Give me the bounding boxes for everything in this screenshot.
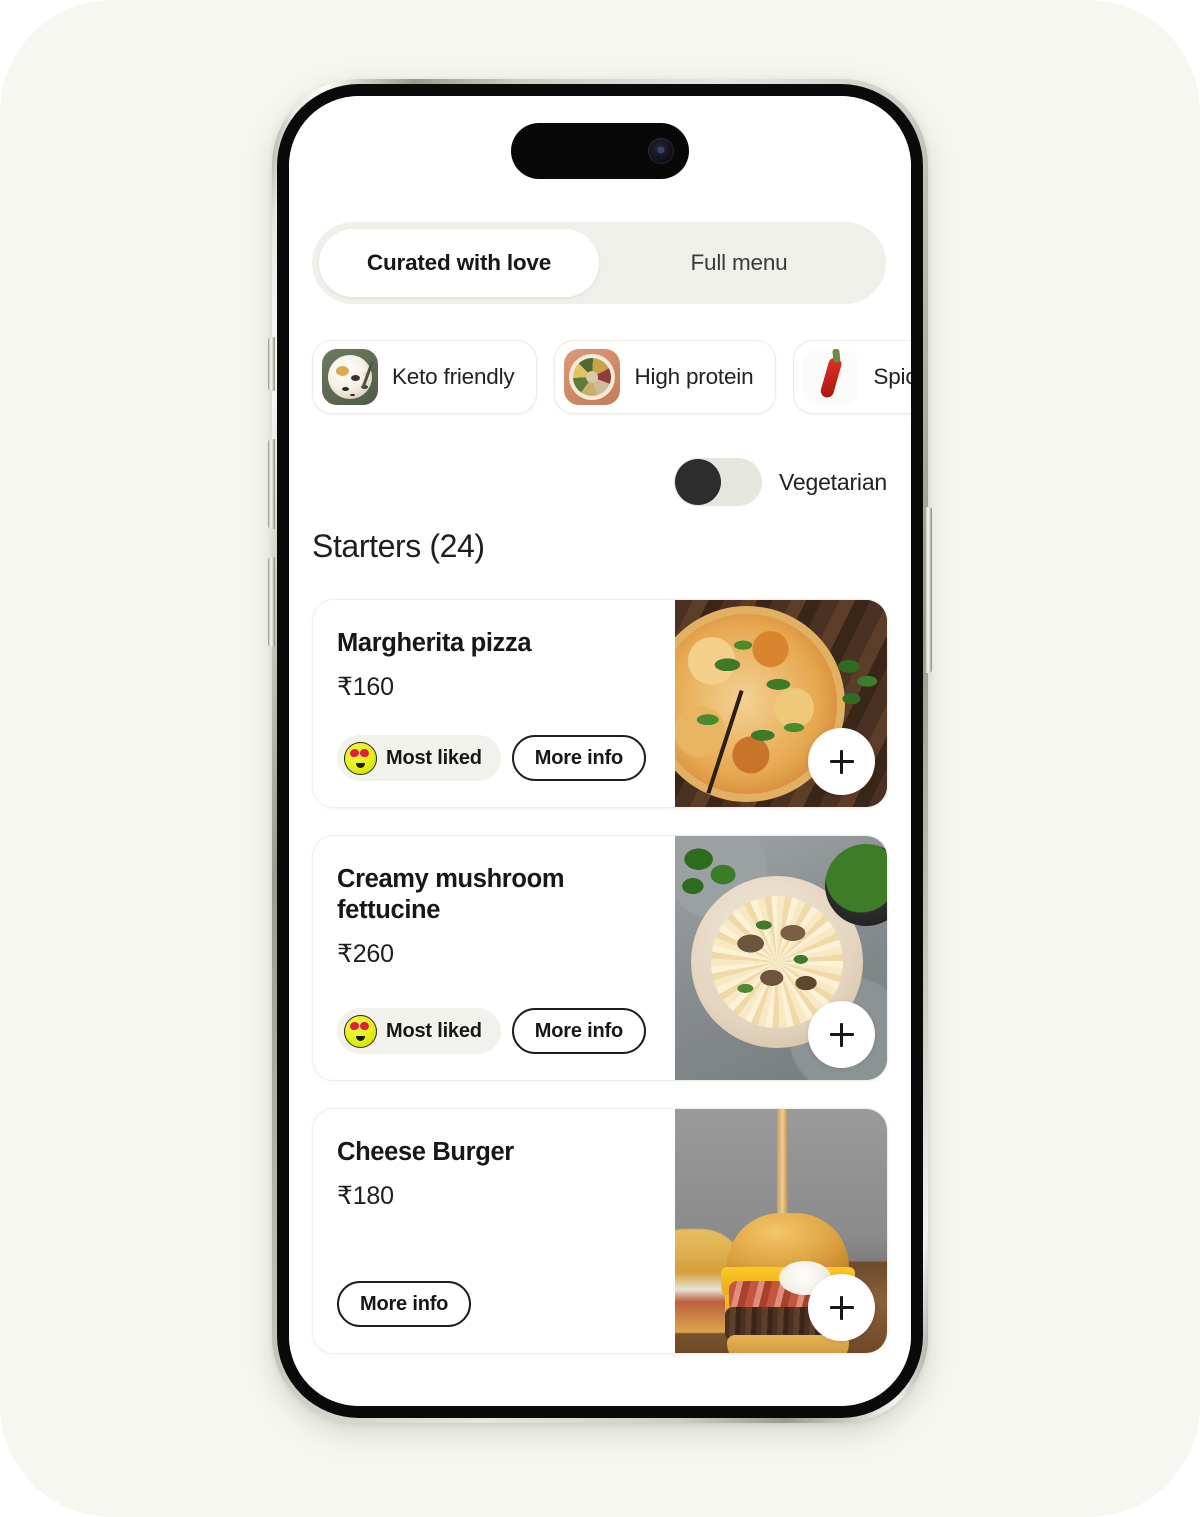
- chip-spicy-label: Spicy: [873, 364, 911, 389]
- plus-icon: [829, 749, 854, 774]
- menu-item-card[interactable]: Margherita pizza ₹160 Most liked More in…: [312, 599, 888, 808]
- chip-spicy[interactable]: Spicy: [793, 340, 911, 414]
- menu-item-card[interactable]: Cheese Burger ₹180 More info: [312, 1108, 888, 1354]
- plus-icon: [829, 1295, 854, 1320]
- protein-plate-thumbnail-icon: [564, 349, 621, 405]
- menu-item-name: Cheese Burger: [337, 1138, 514, 1166]
- heart-eyes-emoji-icon: [344, 1014, 377, 1048]
- chip-high-protein-label: High protein: [634, 364, 754, 389]
- menu-item-actions: Most liked More info: [337, 1008, 661, 1054]
- phone-screen: Curated with love Full menu Keto friendl…: [289, 96, 911, 1406]
- vegetarian-toggle[interactable]: [674, 458, 763, 506]
- menu-item-name: Margherita pizza: [337, 629, 532, 657]
- filter-chips-row[interactable]: Keto friendly High protein Spicy: [289, 340, 911, 426]
- tab-curated-label: Curated with love: [366, 250, 552, 275]
- menu-items-list: Margherita pizza ₹160 Most liked More in…: [312, 599, 888, 1354]
- status-badge-most-liked: Most liked: [337, 1008, 501, 1054]
- tab-full-menu[interactable]: Full menu: [599, 229, 879, 297]
- menu-mode-segmented-control: Curated with love Full menu: [312, 222, 886, 304]
- chili-pepper-thumbnail-icon: [803, 349, 860, 405]
- vegetarian-filter-row: Vegetarian: [674, 458, 887, 506]
- volume-up-button[interactable]: [268, 439, 275, 529]
- menu-item-actions: Most liked More info: [337, 735, 661, 781]
- menu-item-details: Cheese Burger ₹180 More info: [313, 1109, 675, 1353]
- plus-icon: [829, 1022, 854, 1047]
- menu-item-details: Creamy mushroom fettucine ₹260 Most like…: [313, 836, 675, 1080]
- section-title-starters: Starters (24): [312, 528, 485, 564]
- badge-label: Most liked: [386, 1019, 482, 1042]
- volume-down-button[interactable]: [268, 557, 275, 647]
- tab-curated-with-love[interactable]: Curated with love: [319, 229, 599, 297]
- keto-bowl-thumbnail-icon: [322, 349, 378, 405]
- menu-item-photo: [675, 600, 887, 807]
- chip-keto-friendly[interactable]: Keto friendly: [312, 340, 538, 414]
- dynamic-island: [511, 123, 689, 179]
- menu-item-actions: More info: [337, 1281, 661, 1327]
- power-button[interactable]: [925, 507, 932, 673]
- menu-item-name: Creamy mushroom fettucine: [337, 865, 565, 925]
- toggle-knob: [675, 459, 722, 505]
- menu-item-price: ₹260: [337, 940, 394, 969]
- tab-full-menu-label: Full menu: [690, 250, 788, 275]
- more-info-button[interactable]: More info: [511, 735, 646, 781]
- menu-item-price: ₹180: [337, 1182, 394, 1211]
- menu-item-details: Margherita pizza ₹160 Most liked More in…: [313, 600, 675, 807]
- heart-eyes-emoji-icon: [344, 741, 377, 775]
- more-info-button[interactable]: More info: [337, 1281, 472, 1327]
- front-camera-icon: [648, 138, 674, 164]
- add-item-button[interactable]: [808, 1274, 875, 1341]
- menu-item-photo: [675, 836, 887, 1080]
- menu-item-card[interactable]: Creamy mushroom fettucine ₹260 Most like…: [312, 835, 888, 1081]
- menu-item-photo: [675, 1109, 887, 1353]
- app-content: Curated with love Full menu Keto friendl…: [289, 96, 911, 1406]
- more-info-button[interactable]: More info: [511, 1008, 646, 1054]
- add-item-button[interactable]: [808, 1001, 875, 1068]
- badge-label: Most liked: [386, 746, 482, 769]
- action-button[interactable]: [268, 337, 275, 391]
- chip-keto-label: Keto friendly: [392, 364, 515, 389]
- menu-item-price: ₹160: [337, 673, 394, 702]
- chip-high-protein[interactable]: High protein: [554, 340, 777, 414]
- status-badge-most-liked: Most liked: [337, 735, 501, 781]
- phone-device-mockup: Curated with love Full menu Keto friendl…: [268, 79, 932, 1423]
- vegetarian-toggle-label: Vegetarian: [779, 468, 887, 495]
- add-item-button[interactable]: [808, 728, 875, 795]
